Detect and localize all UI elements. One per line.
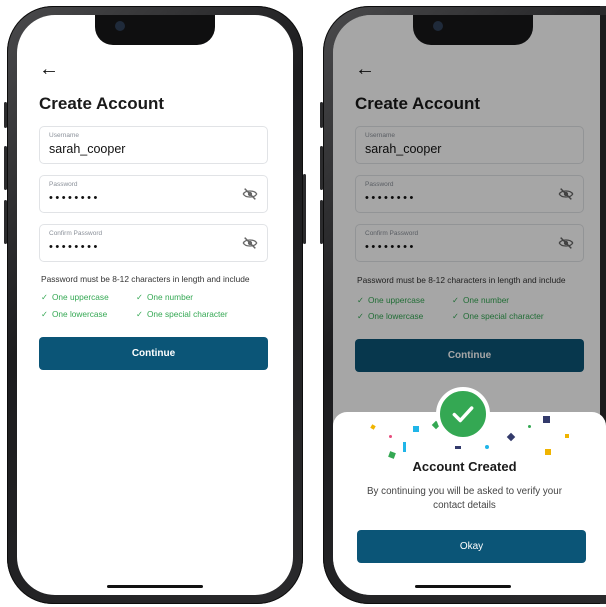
requirement-number: ✓ One number <box>136 292 194 302</box>
phone-frame-left: ← Create Account Username sarah_cooper P… <box>4 6 306 604</box>
requirement-special: ✓ One special character <box>136 309 228 319</box>
continue-button[interactable]: Continue <box>39 337 268 370</box>
okay-button[interactable]: Okay <box>357 530 586 563</box>
home-indicator <box>107 585 203 588</box>
confetti-piece <box>403 442 406 452</box>
checkmark-icon: ✓ <box>136 309 143 319</box>
volume-up-button <box>320 146 323 190</box>
confirm-password-value: •••••••• <box>49 241 100 253</box>
power-button <box>303 174 306 244</box>
arrow-left-icon[interactable]: ← <box>39 59 59 79</box>
username-value: sarah_cooper <box>49 142 126 156</box>
checkmark-icon: ✓ <box>41 309 48 319</box>
username-label: Username <box>49 132 79 139</box>
password-label: Password <box>49 181 78 188</box>
screen: ← Create Account Username sarah_cooper P… <box>333 15 606 595</box>
confetti-piece <box>388 451 396 459</box>
password-value: •••••••• <box>49 192 100 204</box>
confirm-password-label: Confirm Password <box>49 230 103 237</box>
confetti-piece <box>389 435 392 438</box>
password-field[interactable]: Password •••••••• <box>39 175 268 213</box>
confetti-piece <box>506 432 516 442</box>
volume-up-button <box>4 146 7 190</box>
account-created-sheet: Account Created By continuing you will b… <box>333 387 606 595</box>
confetti-piece <box>528 425 531 428</box>
front-camera <box>433 21 443 31</box>
notch <box>413 15 533 45</box>
confetti-piece <box>413 426 419 432</box>
requirement-uppercase: ✓ One uppercase <box>41 292 109 302</box>
eye-slash-icon[interactable] <box>242 186 258 202</box>
confetti-piece <box>543 416 550 423</box>
volume-down-button <box>4 200 7 244</box>
volume-down-button <box>320 200 323 244</box>
confirm-password-field[interactable]: Confirm Password •••••••• <box>39 224 268 262</box>
success-check-icon <box>436 387 490 441</box>
notch <box>95 15 215 45</box>
checkmark-icon: ✓ <box>41 292 48 302</box>
mute-switch <box>4 102 7 128</box>
modal-title: Account Created <box>412 459 517 474</box>
confetti-piece <box>485 445 489 449</box>
password-rule-text: Password must be 8-12 characters in leng… <box>41 274 250 284</box>
confetti-piece <box>545 449 551 455</box>
username-field[interactable]: Username sarah_cooper <box>39 126 268 164</box>
front-camera <box>115 21 125 31</box>
confetti-piece <box>455 446 461 449</box>
requirement-lowercase: ✓ One lowercase <box>41 309 108 319</box>
screen: ← Create Account Username sarah_cooper P… <box>17 15 293 595</box>
page-title: Create Account <box>39 94 165 113</box>
home-indicator <box>415 585 511 588</box>
phone-frame-right: ← Create Account Username sarah_cooper P… <box>320 6 606 604</box>
eye-slash-icon[interactable] <box>242 235 258 251</box>
confetti-piece <box>565 434 569 438</box>
confetti-piece <box>370 424 376 430</box>
mute-switch <box>320 102 323 128</box>
checkmark-icon: ✓ <box>136 292 143 302</box>
modal-description: By continuing you will be asked to verif… <box>367 486 562 512</box>
